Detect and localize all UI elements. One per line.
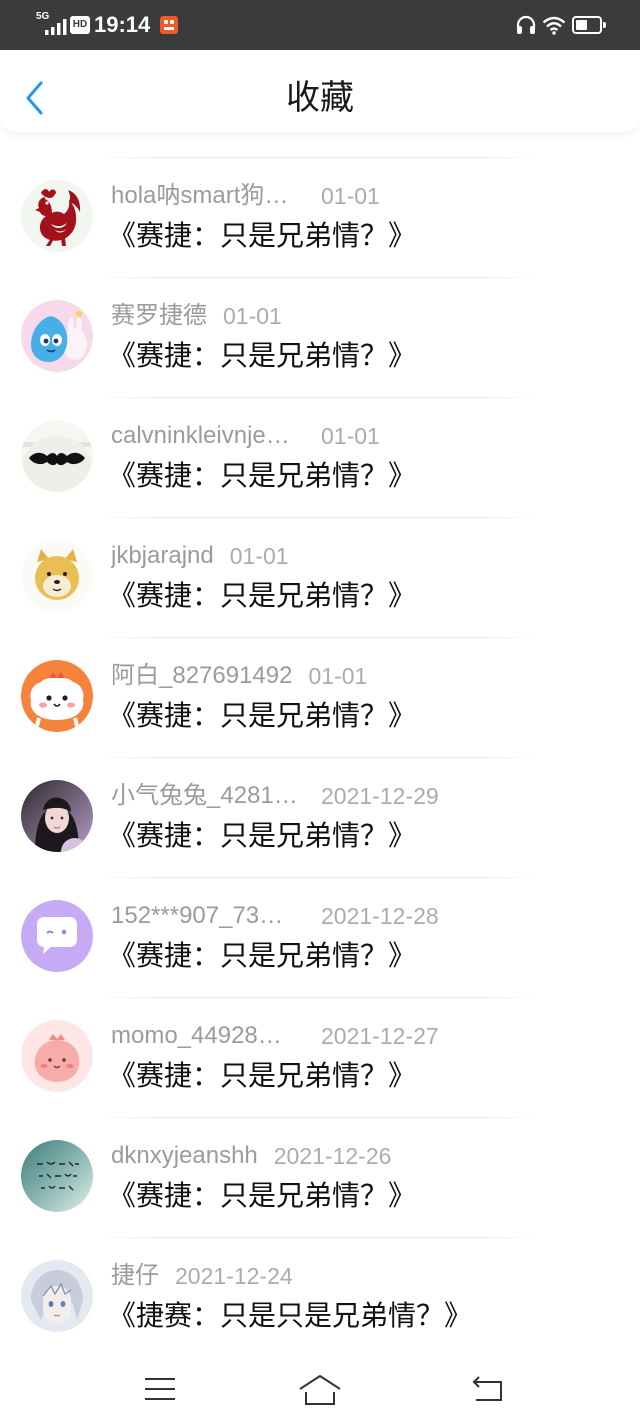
item-meta: calvninkleivnje… 01-01 [111,421,380,451]
item-meta: 小气兔兔_4281… 2021-12-29 [111,781,439,811]
favorite-item[interactable]: 小气兔兔_4281… 2021-12-29 《赛捷：只是兄弟情？》 [0,757,640,877]
item-meta: 捷仔 2021-12-24 [111,1261,293,1291]
teal-handwriting-avatar[interactable] [21,1140,93,1212]
post-date: 01-01 [308,663,368,689]
item-meta: jkbjarajnd 01-01 [111,541,289,571]
menu-button[interactable] [142,1375,178,1405]
favorite-item[interactable]: 赛罗捷德 01-01 《赛捷：只是兄弟情？》 [0,277,640,397]
home-button[interactable] [297,1372,343,1408]
page-title: 收藏 [286,79,354,117]
author-name: 小气兔兔_4281… [111,782,298,809]
battery-terminal [603,22,606,28]
author-name: hola呐smart狗… [111,182,289,209]
post-date: 01-01 [229,543,289,569]
anime-boy-avatar[interactable] [21,1260,93,1332]
post-title: 《赛捷：只是兄弟情？》 [108,220,417,251]
post-date: 01-01 [321,183,380,209]
author-name: momo_44928… [111,1022,282,1049]
post-title: 《赛捷：只是兄弟情？》 [108,460,417,491]
doge-avatar[interactable] [21,540,93,612]
favorite-item[interactable]: momo_44928… 2021-12-27 《赛捷：只是兄弟情？》 [0,997,640,1117]
item-meta: dknxyjeanshh 2021-12-26 [111,1141,391,1171]
item-meta: 152***907_73… 2021-12-28 [111,901,439,931]
post-date: 2021-12-27 [321,1023,439,1049]
post-title: 《赛捷：只是兄弟情？》 [108,1060,417,1091]
pink-blob-avatar[interactable] [21,1020,93,1092]
favorites-list: hola呐smart狗… 01-01 《赛捷：只是兄弟情？》 赛罗捷德 01-01 《赛捷… [0,157,640,1357]
system-back-button[interactable] [469,1375,507,1405]
mustache-avatar[interactable] [21,420,93,492]
favorite-item[interactable]: hola呐smart狗… 01-01 《赛捷：只是兄弟情？》 [0,157,640,277]
post-title: 《赛捷：只是兄弟情？》 [108,340,417,371]
post-title: 《赛捷：只是兄弟情？》 [108,1180,417,1211]
rooster-avatar[interactable] [21,180,93,252]
post-date: 2021-12-24 [175,1263,293,1289]
item-meta: 赛罗捷德 01-01 [111,301,282,331]
post-title: 《赛捷：只是兄弟情？》 [108,580,417,611]
wifi-icon [542,15,566,40]
post-title: 《赛捷：只是兄弟情？》 [108,820,417,851]
page-header: 收藏 [0,50,640,132]
battery-icon [572,16,606,34]
item-meta: 阿白_827691492 01-01 [111,661,367,691]
favorite-item[interactable]: dknxyjeanshh 2021-12-26 《赛捷：只是兄弟情？》 [0,1117,640,1237]
author-name: jkbjarajnd [111,542,214,569]
author-name: calvninkleivnje… [111,422,290,449]
author-name: 152***907_73… [111,902,284,929]
system-nav-bar [0,1357,640,1427]
orange-cartoon-avatar[interactable] [21,660,93,732]
author-name: 捷仔 [111,1262,159,1289]
post-title: 《捷赛：只是只是兄弟情？》 [108,1300,473,1331]
battery-level-fill [576,20,587,30]
photo-avatar[interactable] [21,780,93,852]
menu-icon [145,1378,175,1400]
chat-bubble-avatar[interactable] [21,900,93,972]
home-icon [299,1375,341,1405]
author-name: 阿白_827691492 [111,662,293,689]
post-date: 2021-12-28 [321,903,439,929]
item-meta: momo_44928… 2021-12-27 [111,1021,439,1051]
author-name: 赛罗捷德 [111,302,207,329]
favorite-item[interactable]: jkbjarajnd 01-01 《赛捷：只是兄弟情？》 [0,517,640,637]
favorite-item[interactable]: calvninkleivnje… 01-01 《赛捷：只是兄弟情？》 [0,397,640,517]
post-title: 《赛捷：只是兄弟情？》 [108,940,417,971]
headphones-icon [515,14,537,41]
back-icon [472,1376,502,1401]
favorite-item[interactable]: 152***907_73… 2021-12-28 《赛捷：只是兄弟情？》 [0,877,640,997]
post-date: 01-01 [321,423,380,449]
favorite-item[interactable]: 捷仔 2021-12-24 《捷赛：只是只是兄弟情？》 [0,1237,640,1357]
author-name: dknxyjeanshh [111,1142,258,1169]
hd-icon: HD [70,16,90,34]
favorite-item[interactable]: 阿白_827691492 01-01 《赛捷：只是兄弟情？》 [0,637,640,757]
post-date: 01-01 [223,303,282,329]
status-time: 19:14 [94,12,151,37]
post-date: 2021-12-29 [321,783,439,809]
item-meta: hola呐smart狗… 01-01 [111,181,380,211]
cellular-signal-icon: 5G [36,11,68,37]
post-date: 2021-12-26 [273,1143,392,1169]
status-bar: 5G HD 19:14 [0,0,640,50]
app-notification-icon [160,16,178,34]
blue-creature-avatar[interactable] [21,300,93,372]
post-title: 《赛捷：只是兄弟情？》 [108,700,417,731]
